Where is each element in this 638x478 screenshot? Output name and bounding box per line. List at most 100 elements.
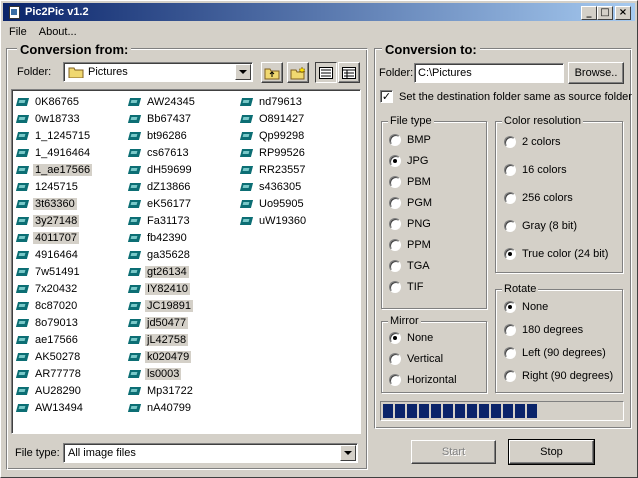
file-item[interactable]: 1_ae17566 (16, 161, 93, 178)
minimize-button[interactable]: _ (581, 6, 597, 20)
menu-about[interactable]: About... (33, 26, 83, 38)
radio-button[interactable] (504, 220, 516, 232)
radio-button[interactable] (504, 192, 516, 204)
radio-button[interactable] (504, 370, 516, 382)
list-view-button[interactable] (315, 62, 337, 83)
close-button[interactable]: × (615, 6, 631, 20)
file-item[interactable]: 1_1245715 (16, 127, 92, 144)
color-resolution-option[interactable]: True color (24 bit) (504, 248, 608, 260)
rotate-option[interactable]: Right (90 degrees) (504, 370, 613, 382)
radio-button[interactable] (389, 353, 401, 365)
browse-button[interactable]: Browse.. (568, 62, 624, 84)
radio-button[interactable] (504, 164, 516, 176)
start-button[interactable]: Start (411, 440, 496, 464)
to-folder-input[interactable]: C:\Pictures (414, 63, 564, 83)
color-resolution-option[interactable]: 2 colors (504, 136, 561, 148)
mirror-option[interactable]: None (389, 332, 433, 344)
radio-button[interactable] (389, 260, 401, 272)
file-item[interactable]: bt96286 (128, 127, 197, 144)
file-item[interactable]: nd79613 (240, 93, 308, 110)
details-view-button[interactable] (338, 62, 360, 83)
file-item[interactable]: 7w51491 (16, 263, 92, 280)
chevron-down-icon[interactable] (340, 445, 356, 461)
file-item[interactable]: uW19360 (240, 212, 308, 229)
radio-button[interactable] (504, 324, 516, 336)
file-item[interactable]: Uo95905 (240, 195, 308, 212)
radio-button[interactable] (504, 136, 516, 148)
radio-button[interactable] (504, 347, 516, 359)
mirror-option[interactable]: Vertical (389, 353, 443, 365)
checkbox-box[interactable]: ✓ (380, 90, 393, 103)
file-list[interactable]: 0K86765 0w18733 1_1245715 1_4916464 1_ae1756… (11, 89, 361, 434)
file-item[interactable]: dH59699 (128, 161, 197, 178)
radio-button[interactable] (389, 176, 401, 188)
file-type-option[interactable]: BMP (389, 134, 431, 146)
file-item[interactable]: Qp99298 (240, 127, 308, 144)
file-item[interactable]: RP99526 (240, 144, 308, 161)
file-item[interactable]: ae17566 (16, 331, 92, 348)
file-item[interactable]: 0w18733 (16, 110, 92, 127)
file-item[interactable]: 4011707 (16, 229, 92, 246)
radio-button[interactable] (389, 374, 401, 386)
file-item[interactable]: 1245715 (16, 178, 92, 195)
new-folder-button[interactable] (287, 62, 309, 83)
from-filetype-combo[interactable]: All image files (63, 443, 358, 463)
file-item[interactable]: s436305 (240, 178, 308, 195)
file-item[interactable]: 3t63360 (16, 195, 92, 212)
file-item[interactable]: k020479 (128, 348, 197, 365)
file-item[interactable]: AW24345 (128, 93, 197, 110)
file-item[interactable]: gt26134 (128, 263, 197, 280)
color-resolution-option[interactable]: 256 colors (504, 192, 573, 204)
file-item[interactable]: Fa31173 (128, 212, 197, 229)
stop-button[interactable]: Stop (508, 439, 595, 465)
file-item[interactable]: 1_4916464 (16, 144, 92, 161)
color-resolution-option[interactable]: Gray (8 bit) (504, 220, 577, 232)
title-bar[interactable]: Pic2Pic v1.2 _ □ × (3, 3, 635, 21)
from-folder-combo[interactable]: Pictures (63, 62, 253, 82)
file-item[interactable]: ls0003 (128, 365, 197, 382)
file-item[interactable]: AW13494 (16, 399, 92, 416)
file-item[interactable]: JC19891 (128, 297, 197, 314)
maximize-button[interactable]: □ (597, 6, 613, 20)
file-type-option[interactable]: PBM (389, 176, 431, 188)
file-item[interactable]: ga35628 (128, 246, 197, 263)
file-item[interactable]: Mp31722 (128, 382, 197, 399)
file-type-option[interactable]: PPM (389, 239, 431, 251)
rotate-option[interactable]: None (504, 301, 548, 313)
file-item[interactable]: dZ13866 (128, 178, 197, 195)
file-item[interactable]: fb42390 (128, 229, 197, 246)
same-folder-checkbox[interactable]: ✓ Set the destination folder same as sou… (380, 90, 632, 103)
file-item[interactable]: jL42758 (128, 331, 197, 348)
file-item[interactable]: 8c87020 (16, 297, 92, 314)
file-item[interactable]: eK56177 (128, 195, 197, 212)
file-item[interactable]: 8o79013 (16, 314, 92, 331)
file-type-option[interactable]: PNG (389, 218, 431, 230)
chevron-down-icon[interactable] (235, 64, 251, 80)
file-item[interactable]: IY82410 (128, 280, 197, 297)
file-item[interactable]: O891427 (240, 110, 308, 127)
radio-button[interactable] (504, 301, 516, 313)
rotate-option[interactable]: 180 degrees (504, 324, 583, 336)
rotate-option[interactable]: Left (90 degrees) (504, 347, 606, 359)
file-item[interactable]: nA40799 (128, 399, 197, 416)
file-type-option[interactable]: TIF (389, 281, 424, 293)
file-item[interactable]: jd50477 (128, 314, 197, 331)
file-item[interactable]: AR77778 (16, 365, 92, 382)
file-item[interactable]: cs67613 (128, 144, 197, 161)
radio-button[interactable] (389, 134, 401, 146)
radio-button[interactable] (389, 281, 401, 293)
radio-button[interactable] (504, 248, 516, 260)
file-item[interactable]: 3y27148 (16, 212, 92, 229)
file-type-option[interactable]: PGM (389, 197, 432, 209)
radio-button[interactable] (389, 239, 401, 251)
file-item[interactable]: 4916464 (16, 246, 92, 263)
radio-button[interactable] (389, 155, 401, 167)
color-resolution-option[interactable]: 16 colors (504, 164, 567, 176)
file-item[interactable]: AU28290 (16, 382, 92, 399)
file-type-option[interactable]: TGA (389, 260, 430, 272)
radio-button[interactable] (389, 332, 401, 344)
radio-button[interactable] (389, 218, 401, 230)
file-item[interactable]: 7x20432 (16, 280, 92, 297)
file-item[interactable]: Bb67437 (128, 110, 197, 127)
file-type-option[interactable]: JPG (389, 155, 428, 167)
